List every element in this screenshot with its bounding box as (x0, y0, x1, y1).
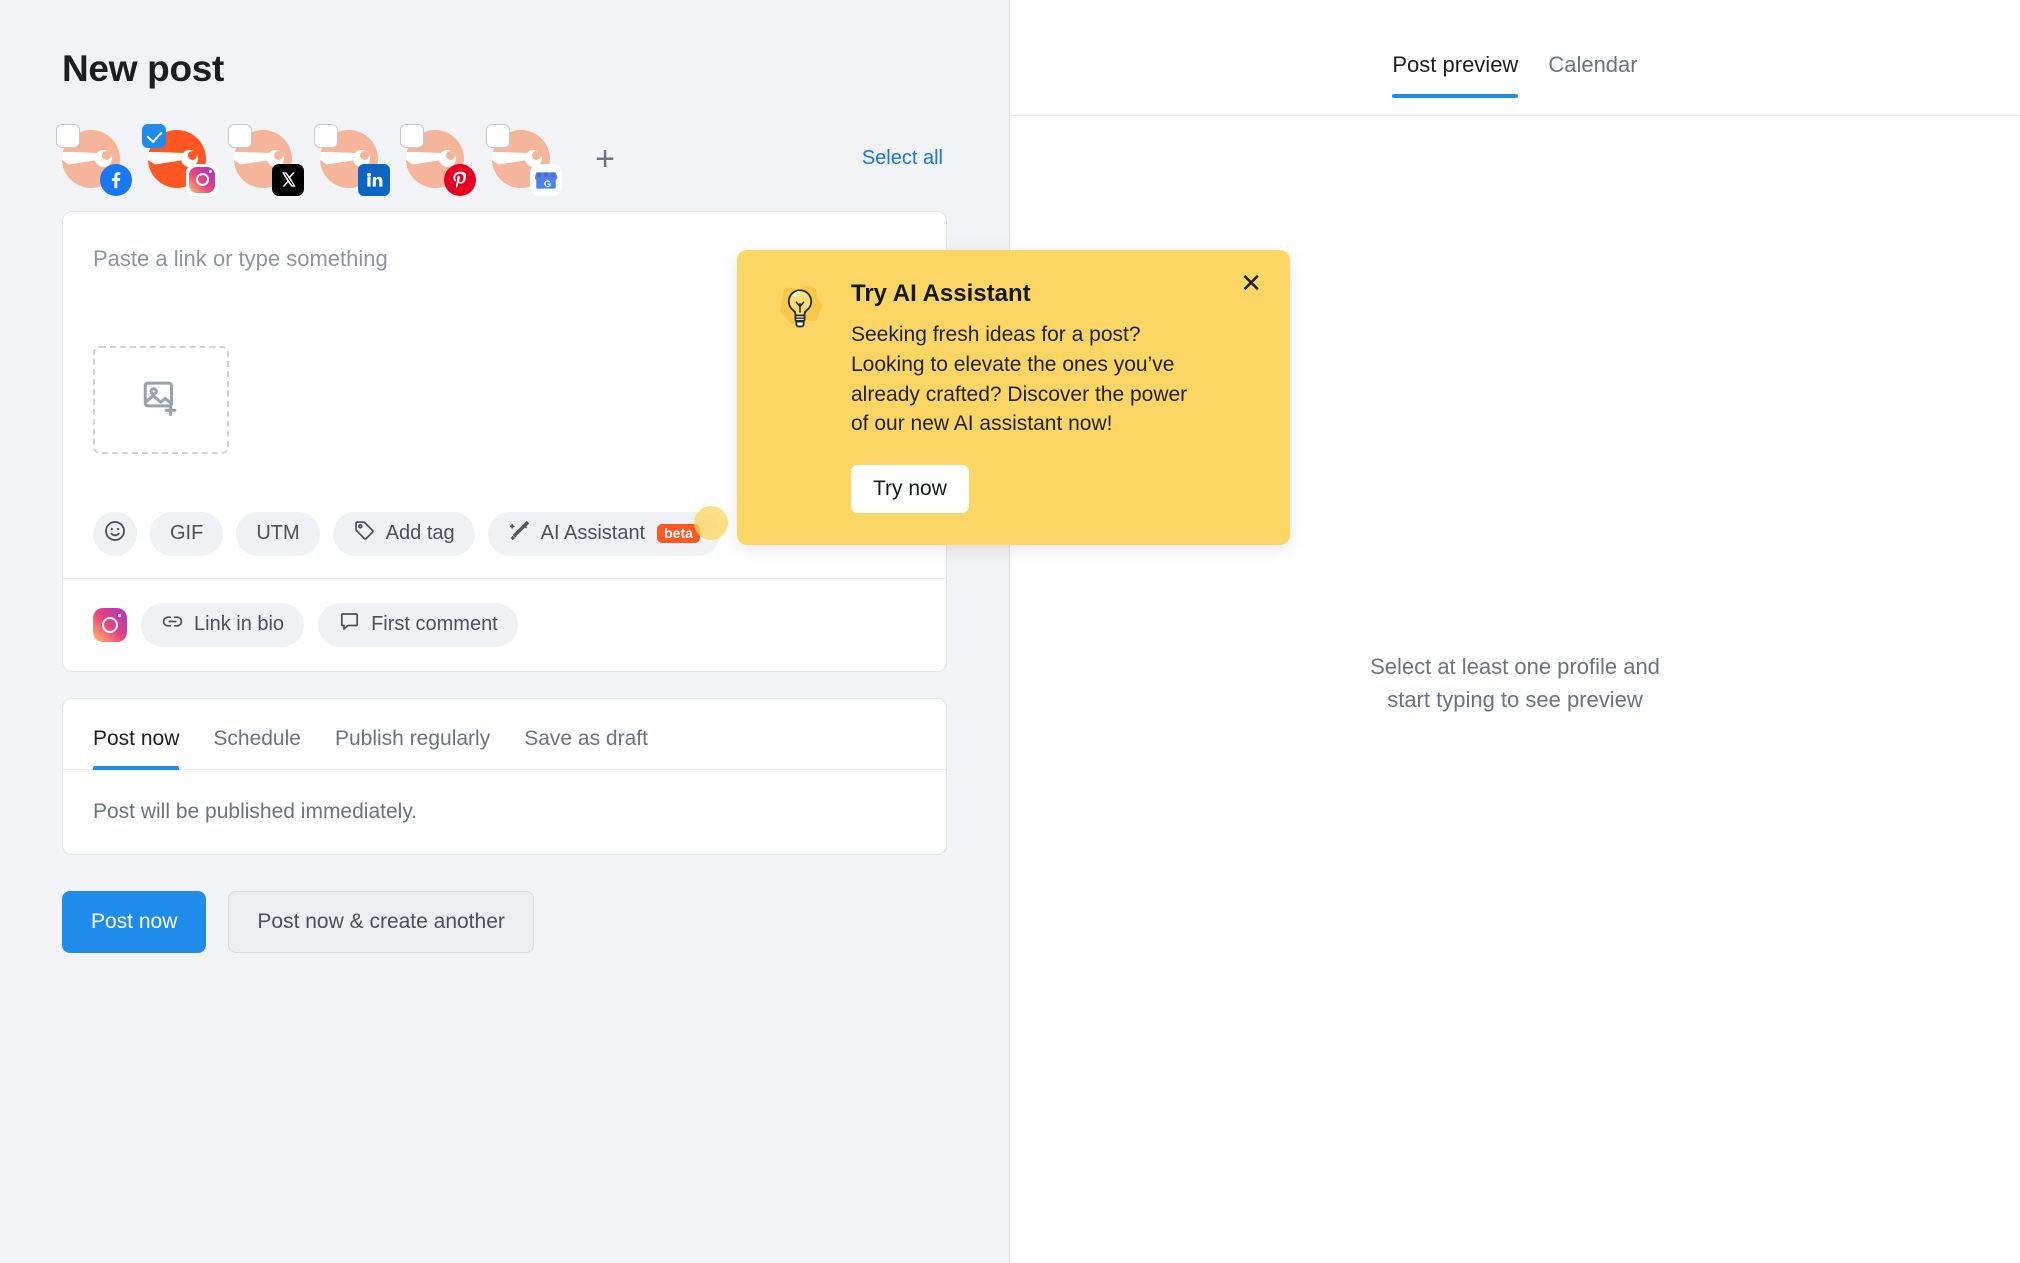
profile-chip-google-business[interactable]: G (492, 130, 550, 188)
profile-checkbox-pinterest[interactable] (400, 124, 424, 148)
profile-checkbox-facebook[interactable] (56, 124, 80, 148)
ai-tooltip-body: Seeking fresh ideas for a post? Looking … (851, 320, 1203, 439)
gif-button[interactable]: GIF (150, 512, 223, 556)
sparkle-wand-icon (508, 519, 531, 548)
utm-label: UTM (256, 522, 299, 545)
composer-panel: New post (0, 0, 1010, 1263)
schedule-description: Post will be published immediately. (63, 770, 946, 854)
profile-checkbox-x[interactable] (228, 124, 252, 148)
profile-chip-pinterest[interactable] (406, 130, 464, 188)
pinterest-icon (444, 164, 476, 196)
profile-checkbox-instagram[interactable] (142, 124, 166, 148)
tab-calendar[interactable]: Calendar (1548, 52, 1637, 98)
page-title: New post (62, 48, 947, 91)
instagram-icon (186, 164, 218, 196)
first-comment-button[interactable]: First comment (318, 603, 518, 647)
ai-highlight-glow (694, 506, 728, 540)
profile-chip-instagram[interactable] (148, 130, 206, 188)
try-now-button[interactable]: Try now (851, 465, 969, 513)
emoji-button[interactable] (93, 512, 137, 556)
google-business-icon: G (530, 164, 562, 196)
profile-checkbox-linkedin[interactable] (314, 124, 338, 148)
add-profile-button[interactable]: + (582, 136, 628, 182)
tab-post-preview[interactable]: Post preview (1392, 52, 1518, 98)
preview-tabs-underline (1010, 115, 2020, 116)
add-tag-label: Add tag (386, 522, 455, 545)
x-twitter-icon (272, 164, 304, 196)
facebook-icon (100, 164, 132, 196)
instagram-options-row: Link in bio First comment (63, 579, 946, 671)
post-now-create-another-button[interactable]: Post now & create another (228, 891, 533, 953)
preview-empty-state: Select at least one profile and start ty… (1010, 650, 2020, 716)
add-tag-button[interactable]: Add tag (333, 512, 475, 556)
tag-icon (353, 519, 376, 548)
avatar-eye-icon (95, 150, 112, 167)
ai-assistant-label: AI Assistant (541, 522, 646, 545)
schedule-tabs: Post now Schedule Publish regularly Save… (63, 699, 946, 770)
comment-icon (338, 610, 361, 639)
svg-text:G: G (544, 178, 551, 188)
instagram-icon (93, 608, 127, 642)
preview-empty-line-2: start typing to see preview (1010, 683, 2020, 716)
image-add-icon (140, 377, 182, 424)
link-in-bio-button[interactable]: Link in bio (141, 603, 304, 647)
ai-tooltip-title: Try AI Assistant (851, 280, 1258, 308)
first-comment-label: First comment (371, 613, 498, 636)
plus-icon: + (595, 142, 615, 176)
emoji-smiley-icon (103, 519, 127, 549)
avatar-eye-icon (439, 150, 456, 167)
select-all-link[interactable]: Select all (862, 147, 947, 170)
composer-actions: Post now Post now & create another (62, 891, 947, 953)
preview-empty-line-1: Select at least one profile and (1010, 650, 2020, 683)
profile-chip-linkedin[interactable] (320, 130, 378, 188)
profile-chip-x[interactable] (234, 130, 292, 188)
tab-publish-regularly[interactable]: Publish regularly (335, 699, 490, 769)
utm-button[interactable]: UTM (236, 512, 319, 556)
profile-checkbox-google-business[interactable] (486, 124, 510, 148)
preview-panel: Post preview Calendar Select at least on… (1010, 0, 2020, 1263)
ai-assistant-button[interactable]: AI Assistant beta (488, 512, 720, 556)
link-in-bio-label: Link in bio (194, 613, 284, 636)
gif-label: GIF (170, 522, 203, 545)
app-root: New post (0, 0, 2020, 1263)
media-upload-dropzone[interactable] (93, 346, 229, 454)
tab-schedule[interactable]: Schedule (213, 699, 301, 769)
preview-tabs: Post preview Calendar (1392, 52, 1637, 98)
link-icon (161, 610, 184, 639)
ai-assistant-tooltip: ✕ Try AI Assistant Seeking fresh ideas f… (737, 250, 1290, 545)
tab-save-as-draft[interactable]: Save as draft (524, 699, 648, 769)
profile-chip-facebook[interactable] (62, 130, 120, 188)
tab-post-now[interactable]: Post now (93, 699, 179, 769)
profile-selector-row: G + Select all (62, 117, 947, 201)
close-icon[interactable]: ✕ (1240, 270, 1262, 296)
linkedin-icon (358, 164, 390, 196)
lightbulb-icon (771, 280, 829, 513)
schedule-card: Post now Schedule Publish regularly Save… (62, 698, 947, 855)
post-now-button[interactable]: Post now (62, 891, 206, 953)
